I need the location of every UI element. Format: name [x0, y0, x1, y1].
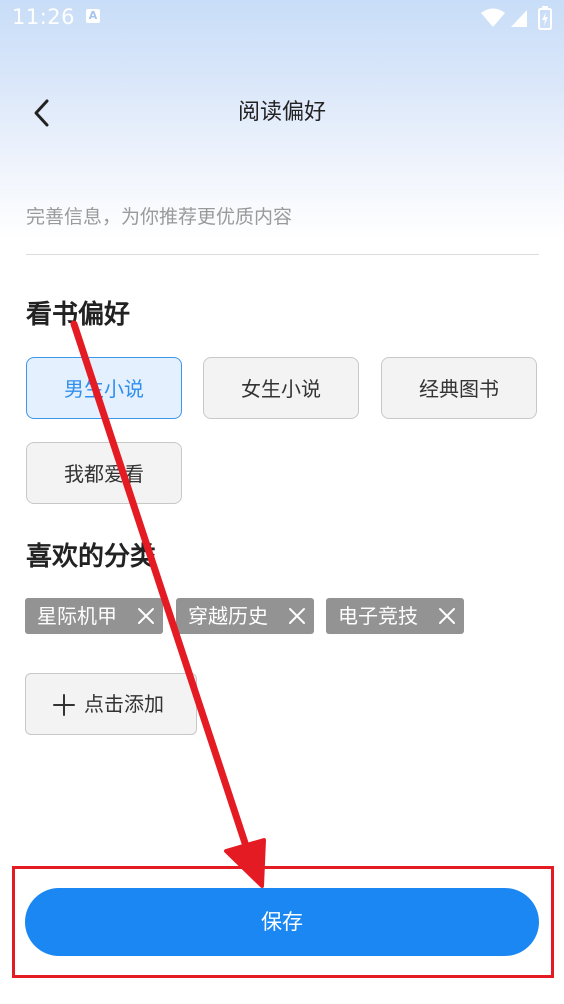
plus-icon: [53, 694, 75, 716]
status-icons: [480, 6, 554, 30]
category-tag: 电子竞技: [326, 598, 464, 634]
preference-option-male-novel[interactable]: 男生小说: [26, 357, 182, 419]
preference-option-classic-books[interactable]: 经典图书: [381, 357, 537, 419]
category-tag-label: 电子竞技: [338, 604, 418, 628]
category-tag: 星际机甲: [25, 598, 163, 634]
battery-icon: [538, 6, 552, 30]
remove-tag-icon[interactable]: [137, 607, 155, 625]
notification-icon: A: [86, 9, 100, 23]
add-category-button[interactable]: 点击添加: [25, 673, 197, 735]
page-title: 阅读偏好: [237, 100, 326, 125]
category-tag-label: 星际机甲: [37, 604, 117, 628]
wifi-icon: [481, 8, 505, 27]
category-tag-label: 穿越历史: [188, 604, 268, 628]
preference-option-female-novel[interactable]: 女生小说: [203, 357, 359, 419]
section-title-favorite-categories: 喜欢的分类: [26, 542, 157, 572]
preference-option-all[interactable]: 我都爱看: [26, 442, 182, 504]
intro-text: 完善信息，为你推荐更优质内容: [26, 206, 293, 228]
category-tag: 穿越历史: [176, 598, 314, 634]
divider: [26, 254, 539, 255]
signal-icon: [511, 10, 527, 27]
status-bar: 11:26 A: [0, 0, 564, 36]
add-category-label: 点击添加: [84, 692, 164, 716]
status-time: 11:26: [12, 5, 76, 29]
section-title-reading-preference: 看书偏好: [26, 300, 131, 330]
remove-tag-icon[interactable]: [288, 607, 306, 625]
save-button[interactable]: 保存: [25, 888, 539, 956]
remove-tag-icon[interactable]: [438, 607, 456, 625]
